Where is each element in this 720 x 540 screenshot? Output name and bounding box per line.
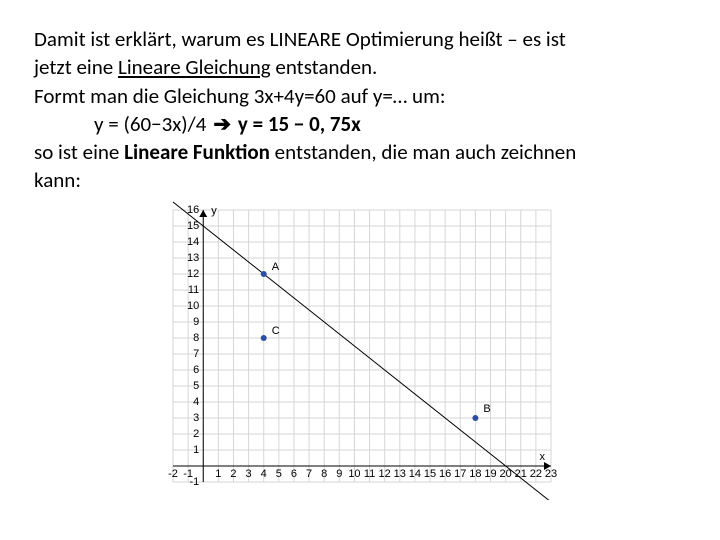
paragraph-line-4: y = (60−3x)/4 ➔ y = 15 − 0, 75x xyxy=(34,111,686,137)
svg-text:13: 13 xyxy=(187,252,199,264)
svg-text:5: 5 xyxy=(276,468,282,480)
svg-text:7: 7 xyxy=(306,468,312,480)
svg-text:2: 2 xyxy=(193,428,199,440)
svg-text:22: 22 xyxy=(530,468,542,480)
svg-text:18: 18 xyxy=(469,468,481,480)
svg-text:11: 11 xyxy=(188,284,199,296)
svg-text:-1: -1 xyxy=(189,476,199,488)
svg-text:6: 6 xyxy=(291,468,297,480)
svg-text:19: 19 xyxy=(484,468,496,480)
text-p1b: jetzt eine xyxy=(34,54,118,80)
svg-text:8: 8 xyxy=(321,468,327,480)
svg-text:3: 3 xyxy=(193,412,199,424)
text-p1c: Lineare Gleichung xyxy=(118,54,271,80)
svg-text:3: 3 xyxy=(246,468,252,480)
svg-text:8: 8 xyxy=(193,332,199,344)
svg-text:7: 7 xyxy=(193,348,199,360)
svg-text:4: 4 xyxy=(261,468,267,480)
svg-text:14: 14 xyxy=(187,236,199,248)
text-p4d: kann: xyxy=(34,167,81,193)
text-p1d: entstanden. xyxy=(271,54,378,80)
svg-text:15: 15 xyxy=(424,468,436,480)
arrow-right-icon: ➔ xyxy=(211,111,233,137)
text-p1a: Damit ist erklärt, warum es LINEARE Opti… xyxy=(34,26,566,52)
svg-text:6: 6 xyxy=(193,364,199,376)
svg-text:4: 4 xyxy=(193,396,199,408)
svg-text:C: C xyxy=(272,325,280,337)
paragraph-line-6: kann: xyxy=(34,167,686,193)
svg-text:1: 1 xyxy=(193,444,199,456)
svg-text:B: B xyxy=(483,403,490,415)
linear-function-chart: -2-1123456789101112131415161718192021222… xyxy=(155,200,565,500)
svg-text:23: 23 xyxy=(545,468,557,480)
svg-text:17: 17 xyxy=(454,468,466,480)
svg-text:12: 12 xyxy=(379,468,391,480)
svg-text:x: x xyxy=(540,451,546,463)
svg-text:14: 14 xyxy=(409,468,421,480)
text-p3a: y = (60−3x)/4 xyxy=(94,111,211,137)
svg-text:9: 9 xyxy=(193,316,199,328)
svg-text:-2: -2 xyxy=(168,468,178,480)
text-p4c: entstanden, die man auch zeichnen xyxy=(270,139,576,165)
svg-text:10: 10 xyxy=(187,300,199,312)
paragraph-line-5: so ist eine Lineare Funktion entstanden,… xyxy=(34,139,686,165)
svg-text:y: y xyxy=(211,205,217,217)
chart-container: -2-1123456789101112131415161718192021222… xyxy=(155,200,565,500)
paragraph-line-3: Formt man die Gleichung 3x+4y=60 auf y=…… xyxy=(34,83,686,109)
svg-text:11: 11 xyxy=(364,468,375,480)
paragraph-line-1: Damit ist erklärt, warum es LINEARE Opti… xyxy=(34,26,686,52)
svg-text:2: 2 xyxy=(230,468,236,480)
text-p2: Formt man die Gleichung 3x+4y=60 auf y=…… xyxy=(34,83,445,109)
text-p4a: so ist eine xyxy=(34,139,124,165)
svg-text:13: 13 xyxy=(394,468,406,480)
svg-text:9: 9 xyxy=(336,468,342,480)
svg-text:16: 16 xyxy=(439,468,451,480)
svg-text:5: 5 xyxy=(193,380,199,392)
svg-text:1: 1 xyxy=(215,468,221,480)
svg-text:A: A xyxy=(272,261,280,273)
svg-text:10: 10 xyxy=(348,468,360,480)
text-p3b: y = 15 − 0, 75x xyxy=(233,111,361,137)
text-p4b: Lineare Funktion xyxy=(124,139,270,165)
svg-text:12: 12 xyxy=(187,268,199,280)
paragraph-line-2: jetzt eine Lineare Gleichung entstanden. xyxy=(34,54,686,80)
